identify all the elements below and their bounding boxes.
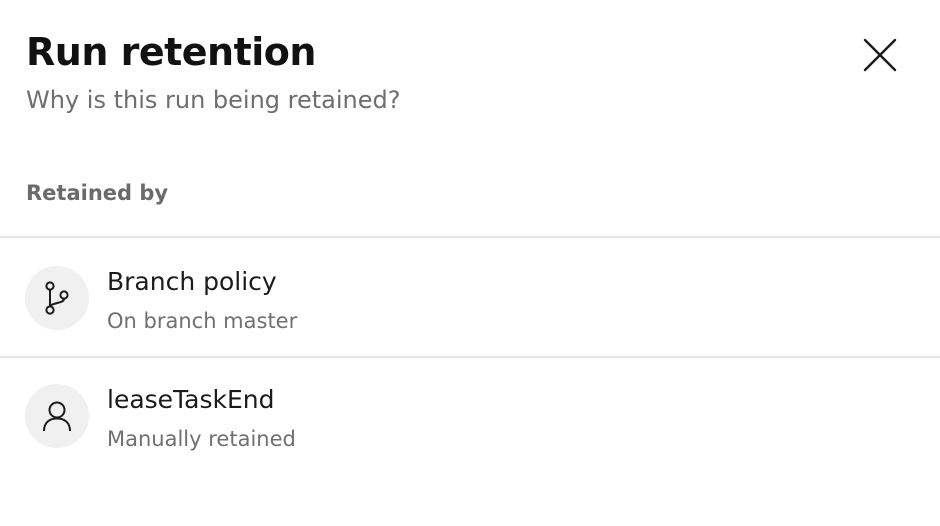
run-retention-panel: Run retention Why is this run being reta…: [0, 0, 940, 526]
list-item-description: On branch master: [107, 309, 298, 333]
person-icon: [43, 401, 71, 432]
page-subtitle: Why is this run being retained?: [26, 86, 401, 114]
page-title: Run retention: [26, 30, 316, 74]
person-icon-circle: [25, 384, 89, 448]
branch-icon-circle: [25, 266, 89, 330]
list-item-title: Branch policy: [107, 267, 277, 296]
section-header: Retained by: [26, 181, 169, 205]
list-item-lease-task-end[interactable]: leaseTaskEnd Manually retained: [0, 358, 940, 476]
close-button[interactable]: [856, 31, 904, 79]
list-item-branch-policy[interactable]: Branch policy On branch master: [0, 238, 940, 356]
branch-icon: [45, 281, 69, 315]
list-item-title: leaseTaskEnd: [107, 385, 275, 414]
close-icon: [863, 38, 897, 72]
list-item-description: Manually retained: [107, 427, 296, 451]
